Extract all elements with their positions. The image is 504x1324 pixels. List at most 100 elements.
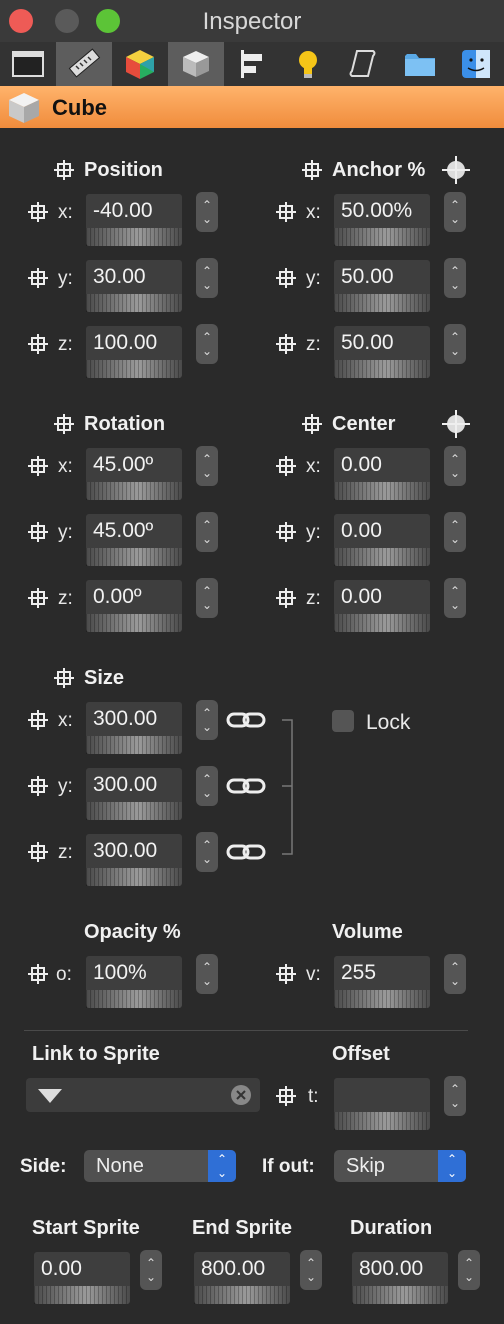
rotation-y-field[interactable]: 45.00º <box>86 514 182 548</box>
volume-field[interactable]: 255 <box>334 956 430 990</box>
anchor-y-scrub[interactable] <box>334 294 430 312</box>
ruler-tab[interactable] <box>56 42 112 86</box>
position-y-scrub[interactable] <box>86 294 182 312</box>
size-x-field[interactable]: 300.00 <box>86 702 182 736</box>
crosshair-icon[interactable] <box>276 202 296 222</box>
end-sprite-stepper[interactable]: ⌃ ⌄ <box>300 1250 322 1290</box>
center-y-scrub[interactable] <box>334 548 430 566</box>
size-x-stepper[interactable]: ⌃ ⌄ <box>196 700 218 740</box>
align-tab[interactable] <box>224 42 280 86</box>
size-y-stepper[interactable]: ⌃ ⌄ <box>196 766 218 806</box>
position-x-field[interactable]: -40.00 <box>86 194 182 228</box>
anchor-z-field[interactable]: 50.00 <box>334 326 430 360</box>
crosshair-icon[interactable] <box>276 268 296 288</box>
center-y-stepper[interactable]: ⌃ ⌄ <box>444 512 466 552</box>
size-z-field[interactable]: 300.00 <box>86 834 182 868</box>
offset-scrub[interactable] <box>334 1112 430 1130</box>
anchor-z-scrub[interactable] <box>334 360 430 378</box>
crosshair-icon[interactable] <box>54 414 74 434</box>
duration-field[interactable]: 800.00 <box>352 1252 448 1286</box>
crosshair-icon[interactable] <box>276 522 296 542</box>
link-chain-icon[interactable] <box>226 776 266 796</box>
end-sprite-scrub[interactable] <box>194 1286 290 1304</box>
crosshair-icon[interactable] <box>28 268 48 288</box>
crosshair-icon[interactable] <box>28 334 48 354</box>
rotation-z-stepper[interactable]: ⌃ ⌄ <box>196 578 218 618</box>
volume-stepper[interactable]: ⌃ ⌄ <box>444 954 466 994</box>
center-z-scrub[interactable] <box>334 614 430 632</box>
center-z-field[interactable]: 0.00 <box>334 580 430 614</box>
clear-icon[interactable] <box>230 1084 252 1106</box>
position-y-field[interactable]: 30.00 <box>86 260 182 294</box>
crosshair-icon[interactable] <box>276 588 296 608</box>
position-x-scrub[interactable] <box>86 228 182 246</box>
crosshair-icon[interactable] <box>28 522 48 542</box>
size-z-stepper[interactable]: ⌃ ⌄ <box>196 832 218 872</box>
volume-scrub[interactable] <box>334 990 430 1008</box>
end-sprite-field[interactable]: 800.00 <box>194 1252 290 1286</box>
opacity-stepper[interactable]: ⌃ ⌄ <box>196 954 218 994</box>
opacity-field[interactable]: 100% <box>86 956 182 990</box>
position-z-stepper[interactable]: ⌃ ⌄ <box>196 324 218 364</box>
crosshair-icon[interactable] <box>276 1086 296 1106</box>
position-x-stepper[interactable]: ⌃ ⌄ <box>196 192 218 232</box>
target-icon[interactable] <box>442 410 470 438</box>
center-z-stepper[interactable]: ⌃ ⌄ <box>444 578 466 618</box>
start-sprite-scrub[interactable] <box>34 1286 130 1304</box>
rotation-y-stepper[interactable]: ⌃ ⌄ <box>196 512 218 552</box>
folder-tab[interactable] <box>392 42 448 86</box>
duration-stepper[interactable]: ⌃ ⌄ <box>458 1250 480 1290</box>
center-x-stepper[interactable]: ⌃ ⌄ <box>444 446 466 486</box>
size-z-scrub[interactable] <box>86 868 182 886</box>
link-chain-icon[interactable] <box>226 842 266 862</box>
position-z-field[interactable]: 100.00 <box>86 326 182 360</box>
size-x-scrub[interactable] <box>86 736 182 754</box>
target-icon[interactable] <box>442 156 470 184</box>
link-sprite-combo[interactable] <box>26 1078 260 1112</box>
color-tab[interactable] <box>112 42 168 86</box>
offset-field[interactable] <box>334 1078 430 1112</box>
triangle-down-icon[interactable] <box>36 1087 64 1105</box>
anchor-x-scrub[interactable] <box>334 228 430 246</box>
anchor-x-stepper[interactable]: ⌃ ⌄ <box>444 192 466 232</box>
rotation-x-stepper[interactable]: ⌃ ⌄ <box>196 446 218 486</box>
crosshair-icon[interactable] <box>276 456 296 476</box>
crosshair-icon[interactable] <box>28 842 48 862</box>
center-x-field[interactable]: 0.00 <box>334 448 430 482</box>
side-popup[interactable]: None ⌃ ⌄ <box>84 1150 236 1182</box>
crosshair-icon[interactable] <box>28 710 48 730</box>
start-sprite-stepper[interactable]: ⌃ ⌄ <box>140 1250 162 1290</box>
size-y-scrub[interactable] <box>86 802 182 820</box>
crosshair-icon[interactable] <box>28 456 48 476</box>
link-chain-icon[interactable] <box>226 710 266 730</box>
crosshair-icon[interactable] <box>302 414 322 434</box>
crosshair-icon[interactable] <box>28 202 48 222</box>
opacity-scrub[interactable] <box>86 990 182 1008</box>
crosshair-icon[interactable] <box>28 776 48 796</box>
offset-stepper[interactable]: ⌃ ⌄ <box>444 1076 466 1116</box>
rotation-x-scrub[interactable] <box>86 482 182 500</box>
crosshair-icon[interactable] <box>302 160 322 180</box>
bulb-tab[interactable] <box>280 42 336 86</box>
anchor-x-field[interactable]: 50.00% <box>334 194 430 228</box>
finder-tab[interactable] <box>448 42 504 86</box>
script-tab[interactable] <box>336 42 392 86</box>
start-sprite-field[interactable]: 0.00 <box>34 1252 130 1286</box>
center-x-scrub[interactable] <box>334 482 430 500</box>
rotation-y-scrub[interactable] <box>86 548 182 566</box>
duration-scrub[interactable] <box>352 1286 448 1304</box>
crosshair-icon[interactable] <box>276 964 296 984</box>
size-y-field[interactable]: 300.00 <box>86 768 182 802</box>
anchor-y-stepper[interactable]: ⌃ ⌄ <box>444 258 466 298</box>
cube-tab[interactable] <box>168 42 224 86</box>
position-z-scrub[interactable] <box>86 360 182 378</box>
lock-checkbox[interactable] <box>332 710 354 732</box>
rotation-z-field[interactable]: 0.00º <box>86 580 182 614</box>
crosshair-icon[interactable] <box>28 588 48 608</box>
crosshair-icon[interactable] <box>54 668 74 688</box>
center-y-field[interactable]: 0.00 <box>334 514 430 548</box>
crosshair-icon[interactable] <box>28 964 48 984</box>
rotation-z-scrub[interactable] <box>86 614 182 632</box>
anchor-z-stepper[interactable]: ⌃ ⌄ <box>444 324 466 364</box>
crosshair-icon[interactable] <box>54 160 74 180</box>
